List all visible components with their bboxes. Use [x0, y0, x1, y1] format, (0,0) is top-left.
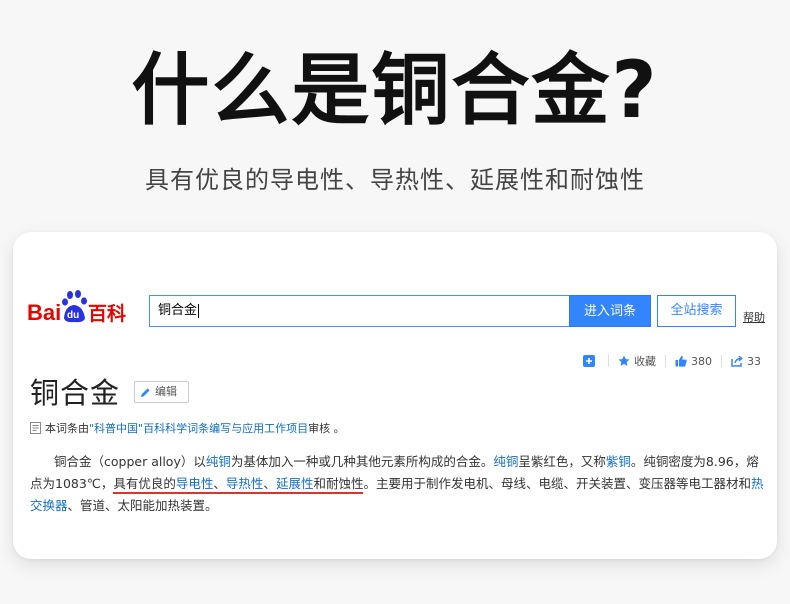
text-caret: [198, 303, 200, 318]
entry-title: 铜合金: [30, 376, 121, 410]
summary-text: 具有优良的: [113, 476, 176, 491]
divider: [721, 355, 722, 367]
edit-button[interactable]: 编辑: [134, 381, 189, 403]
summary-text: 、: [263, 476, 276, 491]
help-link[interactable]: 帮助: [743, 309, 765, 325]
review-notice: 本词条由 "科普中国"百科科学词条编写与应用工作项目 审核 。: [30, 420, 345, 436]
notice-suffix: 审核 。: [308, 422, 345, 435]
favorite-label: 收藏: [634, 355, 656, 368]
link-pure-copper[interactable]: 纯铜: [206, 454, 231, 469]
link-thermal-conductivity[interactable]: 导热性: [226, 476, 264, 491]
summary-text: 为基体加入一种或几种其他元素所构成的合金。: [230, 454, 494, 469]
link-red-copper[interactable]: 紫铜: [606, 454, 631, 469]
logo-text-baike: 百科: [88, 302, 126, 325]
summary-text: 、管道、太阳能加热装置。: [67, 498, 218, 513]
summary-text: 。主要用于制作发电机、母线、电缆、开关装置、变压器等电工器材和: [363, 476, 751, 491]
pencil-icon: [141, 387, 150, 397]
enter-entry-button[interactable]: 进入词条: [569, 295, 651, 327]
like-count: 380: [691, 354, 712, 368]
document-icon: [30, 422, 41, 434]
share-count: 33: [747, 354, 761, 368]
logo-text-du: du: [67, 310, 79, 321]
paw-icon: du: [62, 290, 87, 323]
site-search-button[interactable]: 全站搜索: [657, 295, 736, 327]
summary-text: 、: [213, 476, 226, 491]
summary-text: 和耐蚀性: [313, 476, 364, 491]
link-conductivity[interactable]: 导电性: [176, 476, 214, 491]
page-title: 什么是铜合金?: [131, 46, 659, 136]
logo-text-bai: Bai: [27, 300, 61, 325]
baike-screenshot-card: Bai du 百科 铜合金 进入词条 全站搜索 帮助 收藏 380 33 铜合金…: [13, 232, 777, 559]
search-input[interactable]: 铜合金: [149, 295, 570, 327]
entry-summary: 铜合金（copper alloy）以纯铜为基体加入一种或几种其他元素所构成的合金…: [30, 451, 765, 517]
star-icon: [618, 355, 630, 366]
divider: [665, 355, 666, 367]
like-button[interactable]: 380: [675, 355, 712, 368]
add-button[interactable]: [583, 355, 599, 367]
edit-label: 编辑: [155, 385, 177, 398]
share-icon: [731, 355, 743, 367]
link-pure-copper[interactable]: 纯铜: [493, 454, 518, 469]
share-button[interactable]: 33: [731, 355, 761, 368]
baidu-baike-logo[interactable]: Bai du 百科: [27, 290, 139, 326]
summary-text: 呈紫红色，又称: [518, 454, 606, 469]
search-input-value: 铜合金: [158, 303, 198, 318]
plus-icon: [583, 355, 595, 367]
link-ductility[interactable]: 延展性: [276, 476, 314, 491]
entry-actions: 收藏 380 33: [583, 353, 761, 369]
notice-prefix: 本词条由: [45, 422, 89, 435]
notice-org-link[interactable]: "科普中国"百科科学词条编写与应用工作项目: [89, 420, 308, 436]
summary-text: 铜合金（copper alloy）以: [54, 454, 206, 469]
favorite-button[interactable]: 收藏: [618, 353, 656, 369]
thumbs-up-icon: [675, 355, 687, 367]
page-subtitle: 具有优良的导电性、导热性、延展性和耐蚀性: [145, 166, 645, 194]
divider: [608, 355, 609, 367]
highlighted-properties: 具有优良的导电性、导热性、延展性和耐蚀性: [113, 476, 364, 494]
